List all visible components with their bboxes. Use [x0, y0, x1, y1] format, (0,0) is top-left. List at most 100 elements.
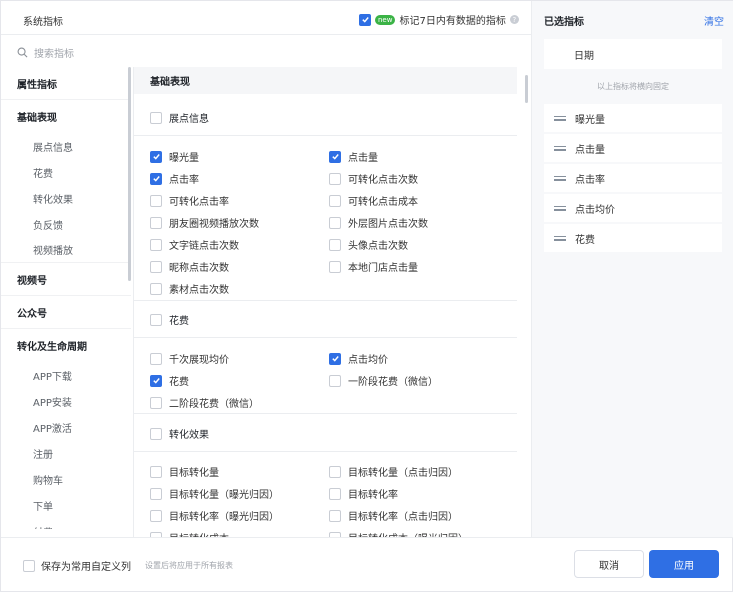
nav-item-cost[interactable]: 花费	[1, 159, 131, 185]
help-icon[interactable]: ?	[509, 15, 519, 24]
selected-item[interactable]: 花费	[544, 224, 722, 252]
nav-item-app-install[interactable]: APP安装	[1, 388, 131, 414]
metric-option[interactable]: 可转化点击率	[150, 193, 229, 208]
save-as-common-toggle[interactable]: 保存为常用自定义列 设置后将应用于所有报表	[23, 558, 233, 573]
metric-checkbox[interactable]	[150, 487, 162, 500]
metric-option[interactable]: 点击均价	[329, 351, 388, 366]
metric-checkbox[interactable]	[329, 194, 341, 207]
selected-item-label: 点击均价	[575, 204, 615, 216]
metric-option[interactable]: 昵称点击次数	[150, 259, 229, 274]
metric-checkbox[interactable]	[150, 238, 162, 251]
nav-group-basic[interactable]: 基础表现	[1, 100, 131, 133]
metric-checkbox[interactable]	[329, 352, 341, 365]
nav-item-app-activate[interactable]: APP激活	[1, 414, 131, 440]
metric-option[interactable]: 目标转化成本	[150, 530, 229, 537]
metric-option[interactable]: 目标转化成本（曝光归因）	[329, 530, 468, 537]
metric-option[interactable]: 目标转化量（点击归因）	[329, 464, 458, 479]
metric-option[interactable]: 目标转化率（曝光归因）	[150, 508, 279, 523]
metric-checkbox[interactable]	[329, 216, 341, 229]
nav-item-app-download[interactable]: APP下载	[1, 362, 131, 388]
metric-option[interactable]: 外层图片点击次数	[329, 215, 428, 230]
nav-item-pay[interactable]: 付费	[1, 518, 131, 530]
cancel-button[interactable]: 取消	[574, 550, 644, 578]
clear-button[interactable]: 清空	[704, 13, 724, 28]
category-conversion[interactable]: 转化效果	[150, 426, 209, 441]
nav-item-register[interactable]: 注册	[1, 440, 131, 466]
category-exposure[interactable]: 展点信息	[150, 110, 209, 125]
drag-handle-icon[interactable]	[554, 235, 566, 241]
nav-item-conversion[interactable]: 转化效果	[1, 185, 131, 211]
category-checkbox[interactable]	[150, 427, 162, 440]
tab-system-metrics[interactable]: 系统指标	[23, 13, 63, 28]
metric-checkbox[interactable]	[150, 352, 162, 365]
nav-group-official-account[interactable]: 公众号	[1, 296, 131, 329]
apply-button[interactable]: 应用	[649, 550, 719, 578]
metric-option[interactable]: 本地门店点击量	[329, 259, 418, 274]
category-checkbox[interactable]	[150, 313, 162, 326]
metric-checkbox[interactable]	[150, 172, 162, 185]
save-as-common-checkbox[interactable]	[23, 559, 35, 572]
selected-item[interactable]: 点击均价	[544, 194, 722, 222]
metric-option[interactable]: 可转化点击成本	[329, 193, 418, 208]
metric-option[interactable]: 点击量	[329, 149, 378, 164]
metric-checkbox[interactable]	[329, 487, 341, 500]
metric-checkbox[interactable]	[329, 374, 341, 387]
drag-handle-icon[interactable]	[554, 175, 566, 181]
metric-option[interactable]: 头像点击次数	[329, 237, 408, 252]
category-checkbox[interactable]	[150, 111, 162, 124]
metric-checkbox[interactable]	[150, 216, 162, 229]
check-icon	[361, 17, 369, 23]
selected-panel: 已选指标 清空 日期 以上指标将横向固定 曝光量 点击量 点击率 点击均价 花费	[531, 1, 733, 537]
drag-handle-icon[interactable]	[554, 145, 566, 151]
metric-checkbox[interactable]	[150, 260, 162, 273]
metric-option[interactable]: 点击率	[150, 171, 199, 186]
metric-option[interactable]: 目标转化量	[150, 464, 219, 479]
nav-group-lifecycle[interactable]: 转化及生命周期	[1, 329, 131, 362]
category-cost[interactable]: 花费	[150, 312, 189, 327]
mark-recent-data-checkbox[interactable]	[359, 13, 371, 26]
metric-option[interactable]: 文字链点击次数	[150, 237, 239, 252]
metric-checkbox[interactable]	[150, 150, 162, 163]
drag-handle-icon[interactable]	[554, 115, 566, 121]
nav-item-video-play[interactable]: 视频播放	[1, 237, 131, 263]
nav-scrollbar[interactable]	[128, 67, 131, 281]
metric-option[interactable]: 花费	[150, 373, 189, 388]
metric-checkbox[interactable]	[150, 374, 162, 387]
nav-group-attributes[interactable]: 属性指标	[1, 67, 131, 100]
selected-item[interactable]: 点击率	[544, 164, 722, 192]
nav-item-negative-feedback[interactable]: 负反馈	[1, 211, 131, 237]
metric-option[interactable]: 二阶段花费（微信）	[150, 395, 259, 410]
nav-item-cart[interactable]: 购物车	[1, 466, 131, 492]
metric-option[interactable]: 目标转化量（曝光归因）	[150, 486, 279, 501]
search-input[interactable]: 搜索指标	[34, 45, 74, 60]
metric-checkbox[interactable]	[150, 194, 162, 207]
mark-recent-data-toggle[interactable]: new 标记7日内有数据的指标 ?	[359, 12, 519, 27]
metric-checkbox[interactable]	[150, 465, 162, 478]
selected-item[interactable]: 曝光量	[544, 104, 722, 132]
metric-checkbox[interactable]	[329, 172, 341, 185]
metric-checkbox[interactable]	[329, 238, 341, 251]
nav-group-channels[interactable]: 视频号	[1, 263, 131, 296]
list-scrollbar[interactable]	[525, 75, 528, 103]
metric-checkbox[interactable]	[329, 465, 341, 478]
metric-option[interactable]: 曝光量	[150, 149, 199, 164]
metric-option[interactable]: 可转化点击次数	[329, 171, 418, 186]
metric-option[interactable]: 目标转化率	[329, 486, 398, 501]
nav-item-exposure[interactable]: 展点信息	[1, 133, 131, 159]
fixed-hint: 以上指标将横向固定	[597, 82, 669, 91]
metric-checkbox[interactable]	[150, 509, 162, 522]
metric-checkbox[interactable]	[329, 260, 341, 273]
metric-checkbox[interactable]	[329, 509, 341, 522]
nav-item-order[interactable]: 下单	[1, 492, 131, 518]
metric-checkbox[interactable]	[150, 282, 162, 295]
metric-option[interactable]: 朋友圈视频播放次数	[150, 215, 259, 230]
selected-item[interactable]: 点击量	[544, 134, 722, 162]
metric-search[interactable]: 搜索指标	[17, 45, 74, 60]
metric-option[interactable]: 一阶段花费（微信）	[329, 373, 438, 388]
drag-handle-icon[interactable]	[554, 205, 566, 211]
metric-option[interactable]: 素材点击次数	[150, 281, 229, 296]
metric-option[interactable]: 千次展现均价	[150, 351, 229, 366]
metric-checkbox[interactable]	[150, 396, 162, 409]
metric-option[interactable]: 目标转化率（点击归因）	[329, 508, 458, 523]
metric-checkbox[interactable]	[329, 150, 341, 163]
